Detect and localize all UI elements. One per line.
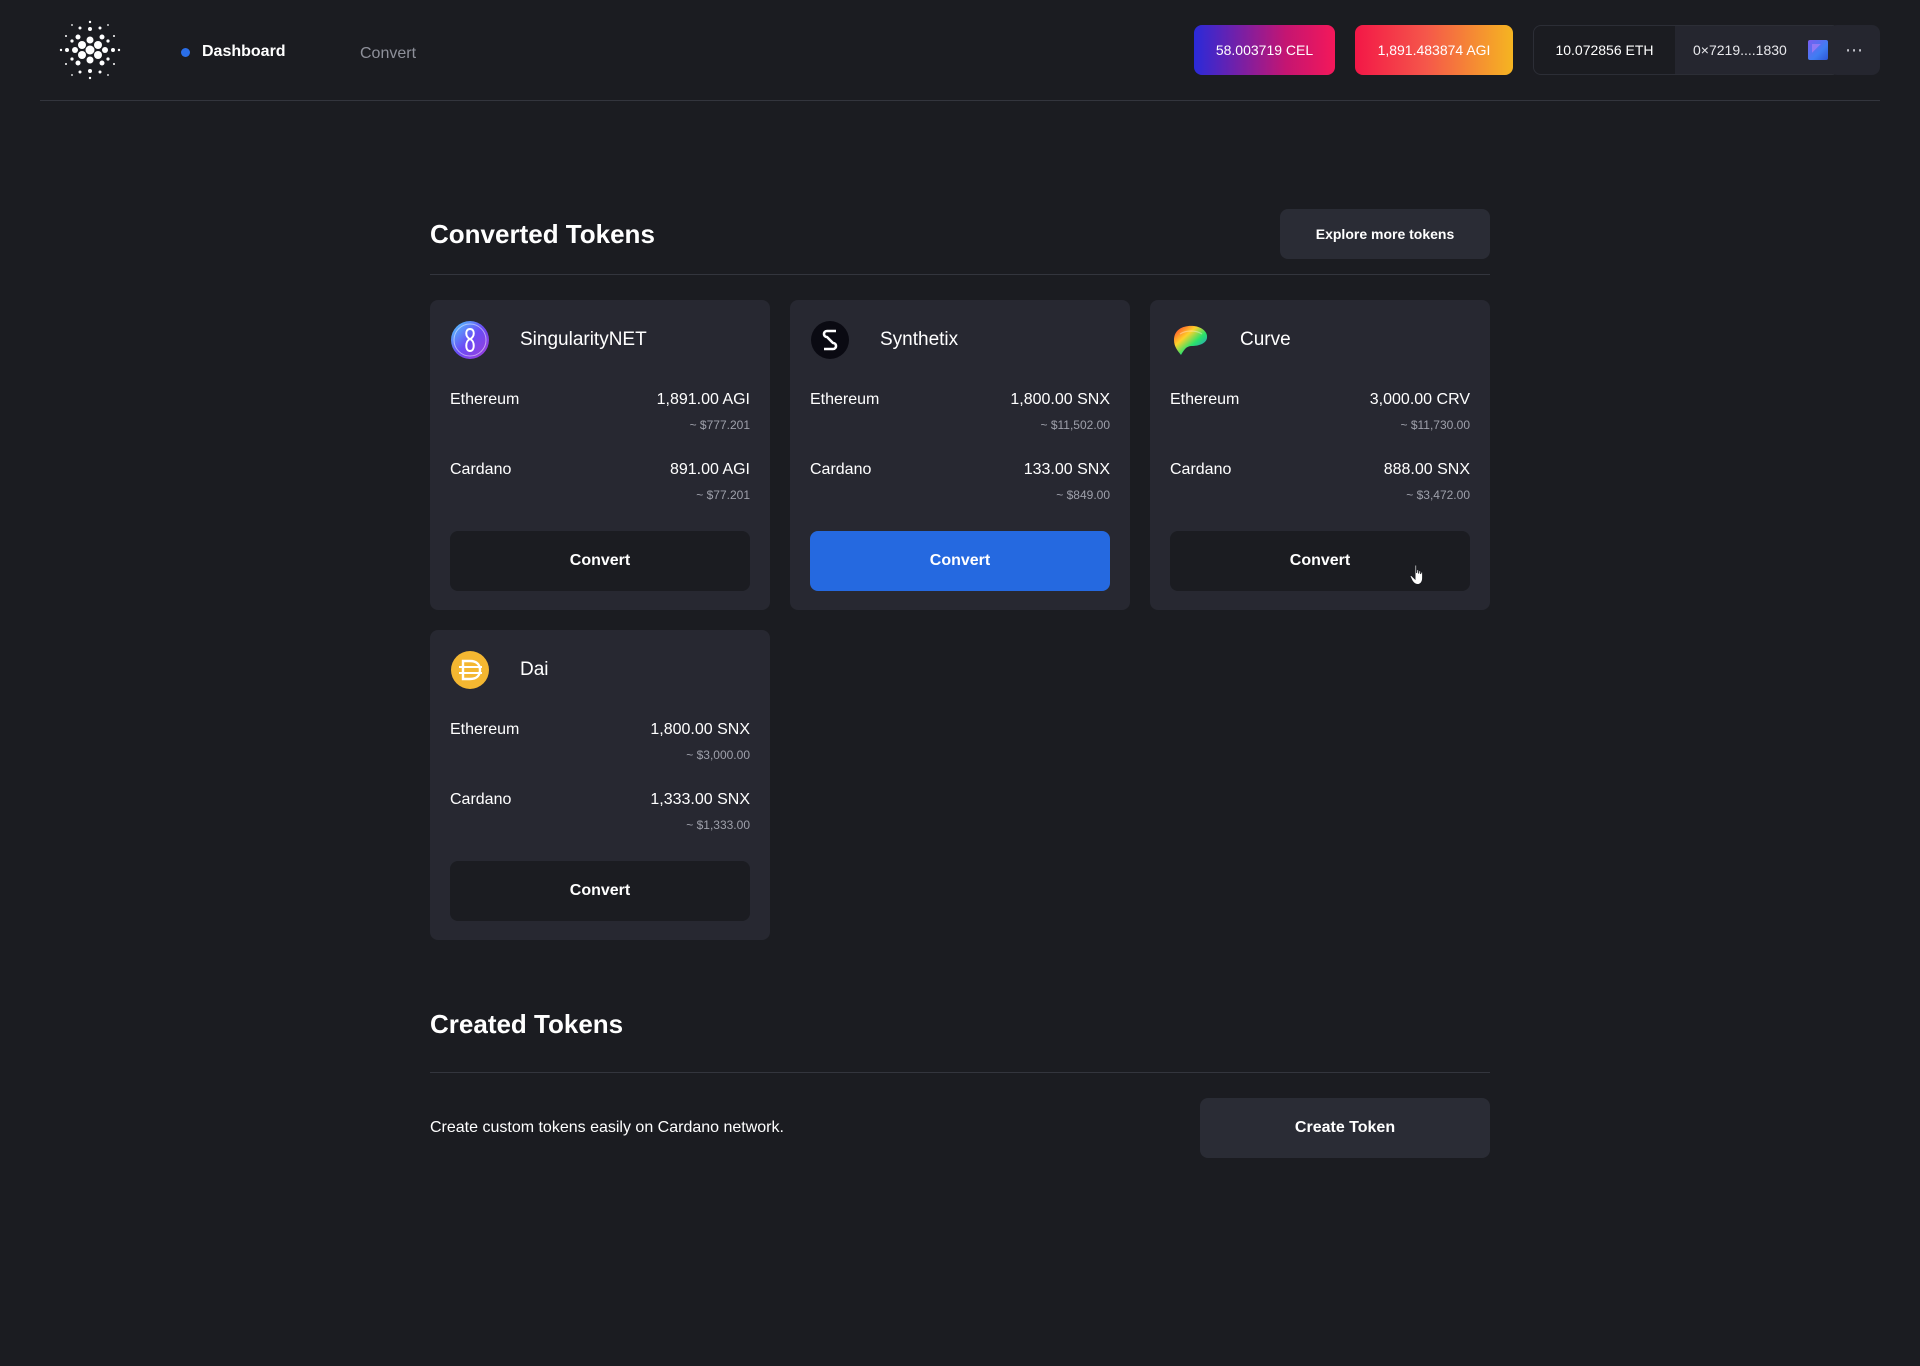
converted-tokens-title: Converted Tokens bbox=[430, 219, 655, 249]
token-name: SingularityNET bbox=[520, 329, 647, 350]
network-label: Ethereum bbox=[810, 391, 880, 408]
create-token-button[interactable]: Create Token bbox=[1200, 1098, 1490, 1158]
more-options-button[interactable]: ⋯ bbox=[1829, 25, 1880, 75]
cel-balance-pill[interactable]: 58.003719 CEL bbox=[1194, 25, 1335, 75]
usd-value: ~ $3,472.00 bbox=[1406, 488, 1470, 502]
token-card-curve: Curve Ethereum 3,000.00 CRV ~ $11,730.00… bbox=[1150, 300, 1490, 610]
network-label: Ethereum bbox=[1170, 391, 1240, 408]
token-amount: 891.00 AGI bbox=[669, 461, 750, 478]
token-card-singularitynet: SingularityNET Ethereum 1,891.00 AGI ~ $… bbox=[430, 300, 770, 610]
token-amount: 1,333.00 SNX bbox=[650, 791, 750, 808]
synthetix-icon bbox=[811, 321, 849, 359]
token-card-dai: Dai Ethereum 1,800.00 SNX ~ $3,000.00 Ca… bbox=[430, 630, 770, 940]
agi-balance-pill[interactable]: 1,891.483874 AGI bbox=[1355, 25, 1513, 75]
convert-button[interactable]: Convert bbox=[450, 531, 750, 591]
token-name: Curve bbox=[1240, 329, 1291, 350]
token-amount: 3,000.00 CRV bbox=[1369, 391, 1470, 408]
created-tokens-description: Create custom tokens easily on Cardano n… bbox=[430, 1119, 784, 1136]
dai-icon bbox=[451, 651, 489, 689]
nav-convert[interactable]: Convert bbox=[360, 45, 416, 63]
network-label: Cardano bbox=[450, 461, 512, 478]
network-row-ethereum: Ethereum 3,000.00 CRV ~ $11,730.00 bbox=[1170, 391, 1470, 441]
wallet-widget: 10.072856 ETH 0×7219....1830 bbox=[1533, 25, 1840, 75]
network-row-cardano: Cardano 891.00 AGI ~ $77.201 bbox=[450, 461, 750, 511]
network-row-ethereum: Ethereum 1,800.00 SNX ~ $3,000.00 bbox=[450, 721, 750, 771]
main-content: Converted Tokens Explore more tokens Sin… bbox=[430, 209, 1490, 1158]
nav-dashboard[interactable]: Dashboard bbox=[181, 43, 286, 61]
converted-tokens-header: Converted Tokens Explore more tokens bbox=[430, 209, 1490, 275]
curve-icon bbox=[1174, 325, 1208, 355]
nav-dashboard-label: Dashboard bbox=[202, 43, 286, 60]
token-amount: 1,800.00 SNX bbox=[650, 721, 750, 738]
token-name: Synthetix bbox=[880, 329, 959, 350]
convert-button[interactable]: Convert bbox=[810, 531, 1110, 591]
cardano-logo-icon[interactable] bbox=[58, 20, 122, 80]
wallet-avatar-icon bbox=[1807, 40, 1828, 60]
usd-value: ~ $1,333.00 bbox=[686, 818, 750, 832]
network-label: Cardano bbox=[810, 461, 872, 478]
created-tokens-title: Created Tokens bbox=[430, 1009, 624, 1039]
created-tokens-header: Created Tokens bbox=[430, 1009, 1490, 1073]
network-row-ethereum: Ethereum 1,800.00 SNX ~ $11,502.00 bbox=[810, 391, 1110, 441]
singularitynet-icon bbox=[451, 321, 489, 359]
network-row-cardano: Cardano 133.00 SNX ~ $849.00 bbox=[810, 461, 1110, 511]
more-dots-icon: ⋯ bbox=[1845, 39, 1864, 60]
token-amount: 1,891.00 AGI bbox=[656, 391, 750, 408]
wallet-address: 0×7219....1830 bbox=[1693, 42, 1787, 58]
usd-value: ~ $849.00 bbox=[1056, 488, 1110, 502]
usd-value: ~ $777.201 bbox=[689, 418, 750, 432]
token-name: Dai bbox=[520, 659, 549, 680]
network-label: Ethereum bbox=[450, 391, 520, 408]
network-label: Ethereum bbox=[450, 721, 520, 738]
usd-value: ~ $77.201 bbox=[696, 488, 750, 502]
active-indicator-dot bbox=[181, 47, 190, 57]
network-row-ethereum: Ethereum 1,891.00 AGI ~ $777.201 bbox=[450, 391, 750, 441]
convert-button[interactable]: Convert bbox=[450, 861, 750, 921]
network-label: Cardano bbox=[1170, 461, 1232, 478]
network-row-cardano: Cardano 1,333.00 SNX ~ $1,333.00 bbox=[450, 791, 750, 841]
usd-value: ~ $11,730.00 bbox=[1400, 418, 1470, 432]
token-card-synthetix: Synthetix Ethereum 1,800.00 SNX ~ $11,50… bbox=[790, 300, 1130, 610]
token-amount: 133.00 SNX bbox=[1023, 461, 1110, 478]
wallet-address-button[interactable]: 0×7219....1830 bbox=[1675, 26, 1839, 74]
explore-more-tokens-button[interactable]: Explore more tokens bbox=[1280, 209, 1490, 259]
network-row-cardano: Cardano 888.00 SNX ~ $3,472.00 bbox=[1170, 461, 1470, 511]
eth-balance[interactable]: 10.072856 ETH bbox=[1534, 26, 1675, 74]
usd-value: ~ $3,000.00 bbox=[686, 748, 750, 762]
token-amount: 1,800.00 SNX bbox=[1010, 391, 1110, 408]
hand-cursor-icon bbox=[1409, 564, 1424, 586]
top-bar: Dashboard Convert 58.003719 CEL 1,891.48… bbox=[40, 0, 1880, 101]
token-amount: 888.00 SNX bbox=[1383, 461, 1470, 478]
network-label: Cardano bbox=[450, 791, 512, 808]
usd-value: ~ $11,502.00 bbox=[1040, 418, 1110, 432]
